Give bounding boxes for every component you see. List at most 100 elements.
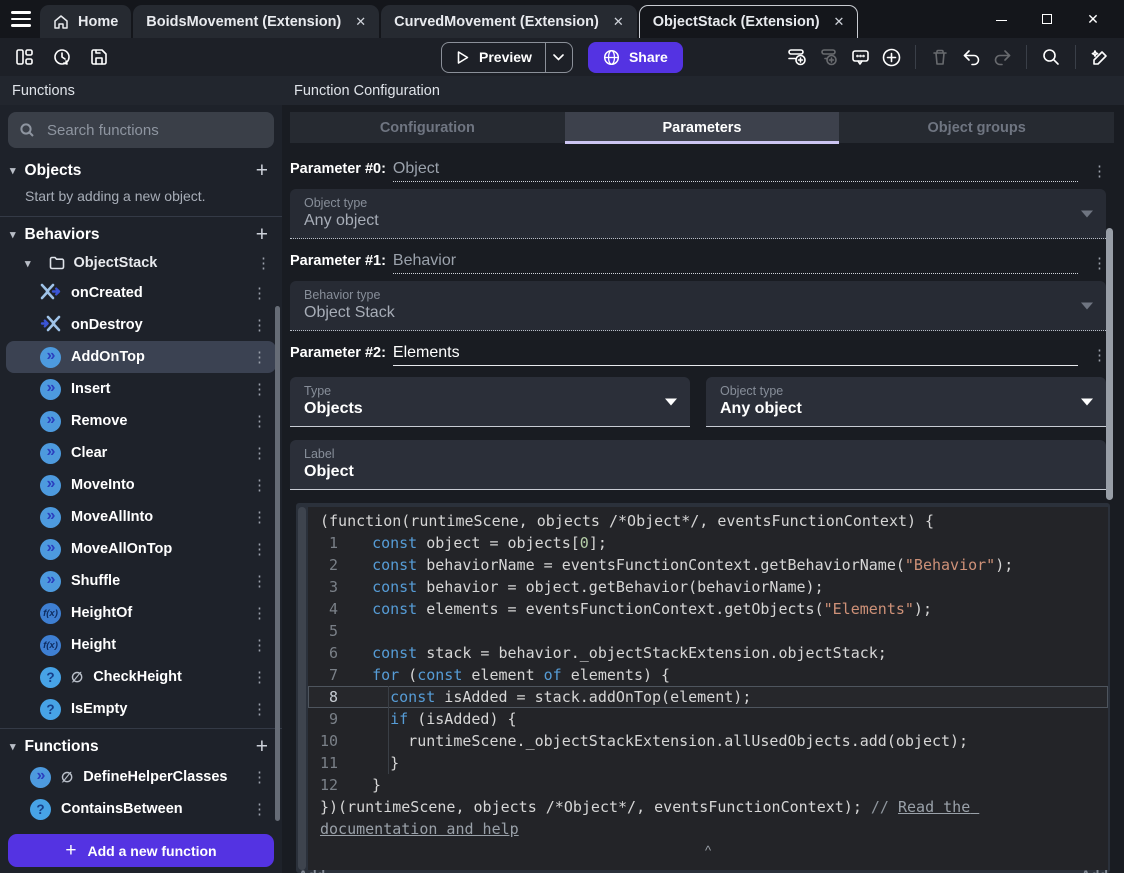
add-new-function-button[interactable]: + Add a new function	[8, 834, 274, 867]
maximize-button[interactable]	[1024, 11, 1070, 27]
parameter-name-input[interactable]: Object	[392, 160, 1078, 182]
code-line-6[interactable]: 6 const stack = behavior._objectStackExt…	[308, 642, 1108, 664]
code-line-5[interactable]: 5	[308, 620, 1108, 642]
item-menu-icon[interactable]: ⋮	[252, 668, 267, 686]
close-icon[interactable]: ✕	[834, 14, 845, 30]
item-menu-icon[interactable]: ⋮	[252, 476, 267, 494]
close-icon[interactable]: ✕	[355, 14, 366, 30]
functions-section-header[interactable]: ▾ Functions +	[0, 732, 282, 761]
parameter-1-behavior-type-select[interactable]: Behavior type Object Stack	[290, 281, 1106, 331]
tab-configuration[interactable]: Configuration	[290, 112, 565, 143]
objects-section-header[interactable]: ▾ Objects +	[0, 156, 282, 185]
open-panels-icon[interactable]	[13, 45, 37, 69]
add-behavior-button[interactable]: +	[256, 224, 268, 245]
item-menu-icon[interactable]: ⋮	[252, 700, 267, 718]
sidebar-item-shuffle[interactable]: » Shuffle ⋮	[6, 565, 276, 597]
javascript-code-editor[interactable]: (function(runtimeScene, objects /*Object…	[308, 507, 1108, 870]
bottom-hint-left[interactable]: Add	[298, 866, 325, 873]
tab-objectstack[interactable]: ObjectStack (Extension) ✕	[638, 5, 859, 38]
code-line-7[interactable]: 7 for (const element of elements) {	[308, 664, 1108, 686]
search-functions-input[interactable]	[45, 120, 255, 140]
history-icon[interactable]	[50, 45, 74, 69]
add-function-plus-button[interactable]: +	[256, 736, 268, 757]
parameter-menu-icon[interactable]: ⋮	[1092, 346, 1107, 364]
item-menu-icon[interactable]: ⋮	[252, 444, 267, 462]
main-scrollbar[interactable]	[1106, 228, 1113, 500]
code-line-1[interactable]: 1 const object = objects[0];	[308, 532, 1108, 554]
item-menu-icon[interactable]: ⋮	[252, 508, 267, 526]
code-line-12[interactable]: 12 }	[308, 774, 1108, 796]
sidebar-item-oncreated[interactable]: onCreated ⋮	[6, 277, 276, 309]
sidebar-item-moveallontop[interactable]: » MoveAllOnTop ⋮	[6, 533, 276, 565]
chevron-down-icon[interactable]: ▾	[10, 164, 16, 177]
parameter-2-object-type-select[interactable]: Object type Any object	[706, 377, 1106, 427]
code-line-9[interactable]: 9 if (isAdded) {	[308, 708, 1108, 730]
sidebar-item-clear[interactable]: » Clear ⋮	[6, 437, 276, 469]
preview-button[interactable]: Preview	[442, 49, 545, 65]
save-icon[interactable]	[87, 45, 111, 69]
item-menu-icon[interactable]: ⋮	[252, 572, 267, 590]
sidebar-item-definehelperclasses[interactable]: » ∅ DefineHelperClasses ⋮	[6, 761, 276, 793]
tab-curvedmovement[interactable]: CurvedMovement (Extension) ✕	[381, 5, 637, 38]
minimize-button[interactable]	[978, 11, 1024, 27]
window-close-button[interactable]: ✕	[1070, 11, 1116, 28]
chevron-down-icon[interactable]: ▾	[25, 257, 31, 270]
item-menu-icon[interactable]: ⋮	[252, 800, 267, 818]
sidebar-scrollbar[interactable]	[275, 306, 280, 821]
code-line-4[interactable]: 4 const elements = eventsFunctionContext…	[308, 598, 1108, 620]
tab-boidsmovement[interactable]: BoidsMovement (Extension) ✕	[133, 5, 380, 38]
item-menu-icon[interactable]: ⋮	[252, 284, 267, 302]
parameter-name-input[interactable]: Behavior	[392, 252, 1078, 274]
tab-object-groups[interactable]: Object groups	[839, 112, 1114, 143]
code-line-10[interactable]: 10 runtimeScene._objectStackExtension.al…	[308, 730, 1108, 752]
chevron-down-icon[interactable]: ▾	[10, 228, 16, 241]
sidebar-item-isempty[interactable]: ? IsEmpty ⋮	[6, 693, 276, 725]
parameter-2-label-input[interactable]: Label Object	[290, 440, 1106, 490]
item-menu-icon[interactable]: ⋮	[252, 604, 267, 622]
main-menu-button[interactable]	[0, 0, 40, 38]
search-icon[interactable]	[1039, 45, 1063, 69]
sidebar-item-addontop[interactable]: » AddOnTop ⋮	[6, 341, 276, 373]
parameter-2-type-select[interactable]: Type Objects	[290, 377, 690, 427]
sidebar-item-heightof[interactable]: f(x) HeightOf ⋮	[6, 597, 276, 629]
editor-left-scrollbar[interactable]	[298, 507, 306, 870]
sidebar-item-checkheight[interactable]: ? ∅ CheckHeight ⋮	[6, 661, 276, 693]
search-functions-box[interactable]	[8, 112, 274, 148]
sidebar-item-remove[interactable]: » Remove ⋮	[6, 405, 276, 437]
code-line-8[interactable]: 8 const isAdded = stack.addOnTop(element…	[308, 686, 1108, 708]
chevron-down-icon[interactable]: ▾	[10, 740, 16, 753]
item-menu-icon[interactable]: ⋮	[252, 636, 267, 654]
add-circle-icon[interactable]	[879, 45, 903, 69]
editor-expand-handle[interactable]: ^	[308, 840, 1108, 862]
bottom-hint-right[interactable]: Add	[1081, 866, 1108, 873]
edit-extension-icon[interactable]	[1088, 45, 1112, 69]
add-comment-icon[interactable]	[848, 45, 872, 69]
behavior-group-objectstack[interactable]: ▾ ObjectStack ⋮	[0, 249, 282, 277]
item-menu-icon[interactable]: ⋮	[252, 348, 267, 366]
tab-parameters[interactable]: Parameters	[564, 112, 840, 144]
parameter-name-input[interactable]: Elements	[392, 344, 1078, 366]
sidebar-item-height[interactable]: f(x) Height ⋮	[6, 629, 276, 661]
sidebar-item-ondestroy[interactable]: onDestroy ⋮	[6, 309, 276, 341]
share-button[interactable]: Share	[587, 41, 683, 73]
close-icon[interactable]: ✕	[613, 14, 624, 30]
tab-home[interactable]: Home	[40, 5, 132, 38]
item-menu-icon[interactable]: ⋮	[256, 254, 271, 272]
code-line-11[interactable]: 11 }	[308, 752, 1108, 774]
sidebar-item-moveinto[interactable]: » MoveInto ⋮	[6, 469, 276, 501]
behaviors-section-header[interactable]: ▾ Behaviors +	[0, 220, 282, 249]
preview-options-button[interactable]	[544, 42, 572, 72]
item-menu-icon[interactable]: ⋮	[252, 380, 267, 398]
parameter-menu-icon[interactable]: ⋮	[1092, 254, 1107, 272]
code-line-3[interactable]: 3 const behavior = object.getBehavior(be…	[308, 576, 1108, 598]
code-line-2[interactable]: 2 const behaviorName = eventsFunctionCon…	[308, 554, 1108, 576]
sidebar-item-containsbetween[interactable]: ? ContainsBetween ⋮	[6, 793, 276, 825]
parameter-menu-icon[interactable]: ⋮	[1092, 162, 1107, 180]
parameter-0-object-type-select[interactable]: Object type Any object	[290, 189, 1106, 239]
sidebar-item-insert[interactable]: » Insert ⋮	[6, 373, 276, 405]
item-menu-icon[interactable]: ⋮	[252, 768, 267, 786]
undo-icon[interactable]	[959, 45, 983, 69]
item-menu-icon[interactable]: ⋮	[252, 540, 267, 558]
add-object-button[interactable]: +	[256, 160, 268, 181]
add-event-icon[interactable]	[786, 45, 810, 69]
